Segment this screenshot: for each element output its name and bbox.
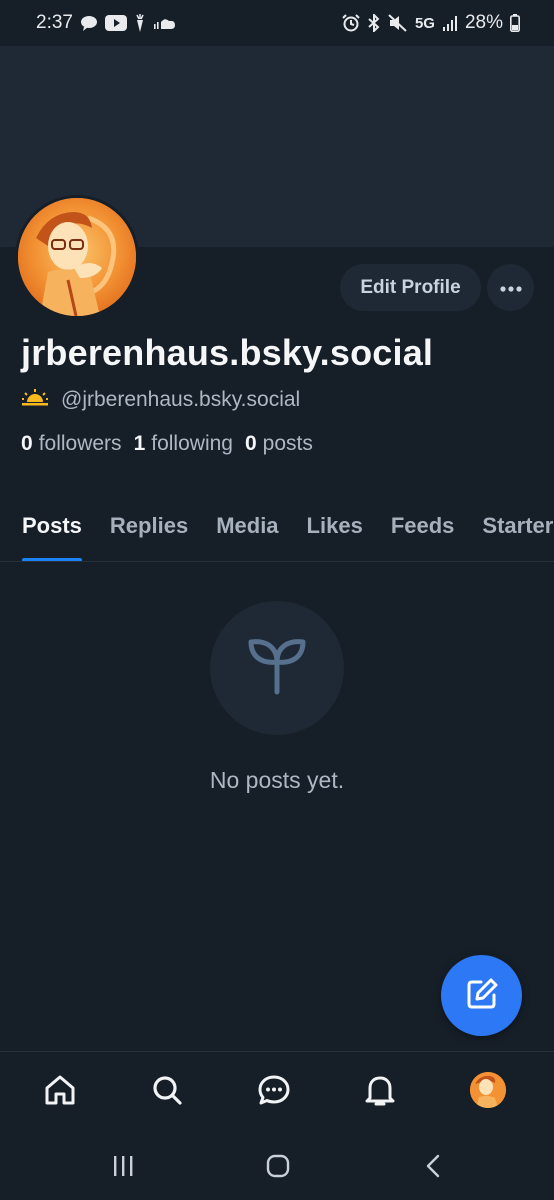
home-icon[interactable] <box>41 1071 79 1109</box>
tab-posts[interactable]: Posts <box>22 490 82 561</box>
profile-avatar[interactable] <box>15 195 139 319</box>
youtube-icon <box>104 15 127 31</box>
compose-icon <box>465 977 499 1014</box>
mute-icon <box>388 14 408 32</box>
recents-icon[interactable] <box>103 1151 143 1181</box>
tab-media[interactable]: Media <box>216 490 278 561</box>
network-type: 5G <box>414 14 435 32</box>
tab-likes[interactable]: Likes <box>307 490 363 561</box>
battery-percent: 28% <box>464 12 503 33</box>
profile-avatar[interactable] <box>469 1071 507 1109</box>
chat-bubble-icon <box>80 15 98 31</box>
soundcloud-icon <box>153 17 177 29</box>
handle-row: @jrberenhaus.bsky.social <box>21 387 300 413</box>
chat-icon[interactable] <box>255 1071 293 1109</box>
profile-tabs: Posts Replies Media Likes Feeds Starter … <box>0 490 554 562</box>
status-bar: 2:37 5G 28% <box>0 0 554 46</box>
carrot-icon <box>134 14 146 32</box>
more-options-button[interactable] <box>487 264 534 311</box>
empty-state-badge <box>210 601 344 735</box>
followers-stat[interactable]: 0 followers <box>21 432 122 456</box>
edit-profile-button[interactable]: Edit Profile <box>340 264 481 311</box>
bluetooth-icon <box>367 14 381 32</box>
search-icon[interactable] <box>148 1071 186 1109</box>
empty-state-text: No posts yet. <box>209 767 345 793</box>
profile-stats: 0 followers 1 following 0 posts <box>21 432 313 456</box>
tab-feeds[interactable]: Feeds <box>391 490 455 561</box>
back-icon[interactable] <box>413 1151 453 1181</box>
profile-handle: @jrberenhaus.bsky.social <box>61 388 301 411</box>
alarm-icon <box>342 14 360 32</box>
posts-stat: 0 posts <box>244 432 313 455</box>
battery-icon <box>510 14 520 32</box>
home-circle-icon[interactable] <box>258 1151 298 1181</box>
clock: 2:37 <box>36 12 73 33</box>
ellipsis-icon <box>499 280 522 295</box>
following-stat[interactable]: 1 following <box>134 432 233 456</box>
seedling-icon <box>243 632 311 705</box>
tab-starter-packs[interactable]: Starter Packs <box>482 490 554 561</box>
system-nav-bar <box>0 1127 554 1200</box>
display-name: jrberenhaus.bsky.social <box>21 332 434 373</box>
bell-icon[interactable] <box>361 1071 399 1109</box>
bottom-nav <box>0 1051 554 1127</box>
signal-icon <box>442 15 458 31</box>
sunrise-icon <box>21 387 49 413</box>
tab-replies[interactable]: Replies <box>110 490 188 561</box>
compose-button[interactable] <box>441 955 522 1036</box>
